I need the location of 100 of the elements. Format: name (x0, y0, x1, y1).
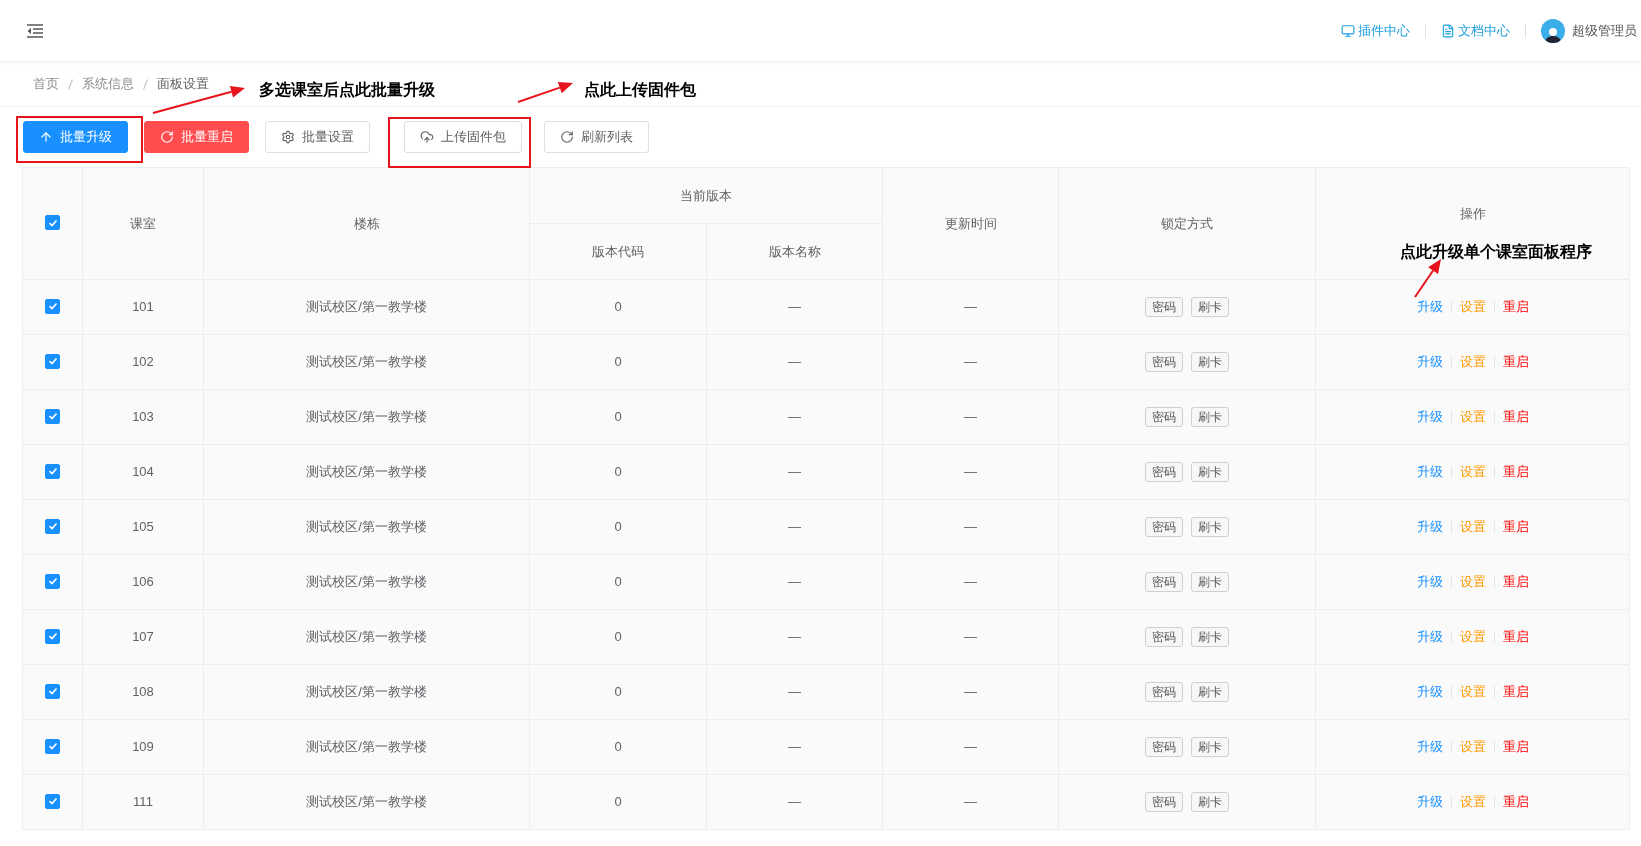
table-cell: 测试校区/第一教学楼 (306, 629, 427, 645)
table-cell: — (788, 684, 801, 700)
action-link[interactable]: 设置 (1459, 517, 1486, 537)
refresh-icon (560, 130, 574, 144)
action-link[interactable]: 升级 (1416, 297, 1443, 317)
toolbar-button[interactable]: 批量设置 (265, 121, 370, 153)
action-link[interactable]: 升级 (1416, 462, 1443, 482)
lock-tag: 密码 (1145, 737, 1183, 757)
table-cell: 101 (132, 299, 154, 315)
action-link[interactable]: 升级 (1416, 792, 1443, 812)
table-cell: 0 (614, 629, 622, 645)
table-cell: — (788, 299, 801, 315)
table-cell: 0 (614, 464, 622, 480)
table-cell: 108 (132, 684, 154, 700)
column-header: 锁定方式 (1161, 215, 1213, 231)
checkmark-icon (47, 741, 58, 752)
lock-tag: 刷卡 (1191, 297, 1229, 317)
action-link[interactable]: 重启 (1502, 737, 1529, 757)
table-cell: 105 (132, 519, 154, 535)
action-link[interactable]: 重启 (1502, 352, 1529, 372)
checkbox[interactable] (45, 215, 60, 231)
table-cell: — (788, 409, 801, 425)
lock-tag: 刷卡 (1191, 407, 1229, 427)
checkbox[interactable] (45, 518, 60, 534)
checkbox[interactable] (45, 298, 60, 314)
table-cell: 0 (614, 794, 622, 810)
action-link[interactable]: 重启 (1502, 627, 1529, 647)
action-link[interactable]: 升级 (1416, 572, 1443, 592)
column-header: 版本代码 (592, 243, 644, 259)
lock-tag: 刷卡 (1191, 737, 1229, 757)
action-link[interactable]: 设置 (1459, 407, 1486, 427)
lock-tag: 密码 (1145, 517, 1183, 537)
toolbar-button[interactable]: 刷新列表 (544, 121, 649, 153)
action-link[interactable]: 重启 (1502, 572, 1529, 592)
avatar[interactable] (1541, 18, 1565, 43)
user-name[interactable]: 超级管理员 (1572, 20, 1637, 41)
checkmark-icon (47, 301, 58, 312)
checkbox[interactable] (45, 683, 60, 699)
action-link[interactable]: 设置 (1459, 627, 1486, 647)
action-link[interactable]: 重启 (1502, 682, 1529, 702)
checkbox[interactable] (45, 463, 60, 479)
action-link[interactable]: 设置 (1459, 682, 1486, 702)
action-link[interactable]: 重启 (1502, 297, 1529, 317)
table-cell: 测试校区/第一教学楼 (306, 794, 427, 810)
lock-tag: 刷卡 (1191, 682, 1229, 702)
table-cell: — (964, 299, 977, 315)
action-link[interactable]: 设置 (1459, 352, 1486, 372)
action-link[interactable]: 设置 (1459, 737, 1486, 757)
checkbox[interactable] (45, 408, 60, 424)
action-link[interactable]: 重启 (1502, 792, 1529, 812)
action-link[interactable]: 重启 (1502, 517, 1529, 537)
table-cell: — (964, 354, 977, 370)
table-cell: 测试校区/第一教学楼 (306, 354, 427, 370)
toolbar-button[interactable]: 批量重启 (144, 121, 249, 153)
table-cell: — (788, 574, 801, 590)
table-cell: 0 (614, 299, 622, 315)
action-link[interactable]: 重启 (1502, 462, 1529, 482)
action-link[interactable]: 设置 (1459, 792, 1486, 812)
checkbox[interactable] (45, 793, 60, 809)
header-link[interactable]: 插件中心 (1341, 20, 1410, 41)
table-cell: 0 (614, 684, 622, 700)
action-link[interactable]: 升级 (1416, 737, 1443, 757)
table-cell: — (788, 629, 801, 645)
checkbox[interactable] (45, 353, 60, 369)
checkbox[interactable] (45, 628, 60, 644)
table-cell: — (964, 794, 977, 810)
checkbox[interactable] (45, 738, 60, 754)
header-link[interactable]: 文档中心 (1441, 20, 1510, 41)
breadcrumb-item[interactable]: 系统信息 (82, 74, 134, 94)
annotation-arrow (1414, 259, 1441, 298)
lock-tag: 刷卡 (1191, 517, 1229, 537)
action-link[interactable]: 设置 (1459, 572, 1486, 592)
table-cell: 0 (614, 574, 622, 590)
toolbar-button[interactable]: 批量升级 (23, 121, 128, 153)
action-link[interactable]: 设置 (1459, 462, 1486, 482)
table-cell: — (788, 464, 801, 480)
action-link[interactable]: 重启 (1502, 407, 1529, 427)
menu-collapse-icon[interactable] (26, 22, 44, 39)
action-link[interactable]: 升级 (1416, 517, 1443, 537)
toolbar-button[interactable]: 上传固件包 (404, 121, 522, 153)
checkmark-icon (47, 631, 58, 642)
lock-tag: 密码 (1145, 462, 1183, 482)
action-link[interactable]: 设置 (1459, 297, 1486, 317)
checkbox[interactable] (45, 573, 60, 589)
action-link[interactable]: 升级 (1416, 627, 1443, 647)
action-link[interactable]: 升级 (1416, 352, 1443, 372)
column-header: 操作 (1459, 205, 1486, 221)
checkmark-icon (47, 576, 58, 587)
refresh-icon (160, 130, 174, 144)
lock-tag: 密码 (1145, 572, 1183, 592)
table-cell: 测试校区/第一教学楼 (306, 409, 427, 425)
breadcrumb-item[interactable]: 首页 (33, 74, 59, 94)
action-link[interactable]: 升级 (1416, 682, 1443, 702)
column-header: 版本名称 (768, 243, 821, 259)
lock-tag: 刷卡 (1191, 462, 1229, 482)
table-cell: — (964, 739, 977, 755)
annotation-text: 多选课室后点此批量升级 (259, 80, 435, 100)
action-link[interactable]: 升级 (1416, 407, 1443, 427)
table-cell: 111 (133, 794, 153, 810)
column-header: 当前版本 (680, 187, 732, 203)
